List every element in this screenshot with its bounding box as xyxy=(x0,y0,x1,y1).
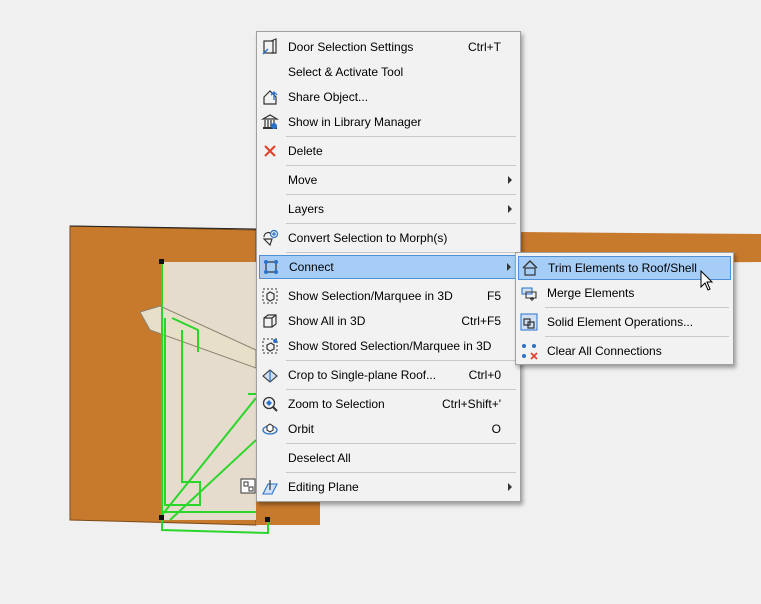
submenu-item-clear-all-connections[interactable]: Clear All Connections xyxy=(518,340,731,362)
menu-separator xyxy=(286,223,516,224)
menu-item-show-stored-selection-3d[interactable]: Show Stored Selection/Marquee in 3D xyxy=(259,335,518,357)
trim-roof-icon xyxy=(521,259,539,277)
menu-separator xyxy=(286,165,516,166)
menu-item-delete[interactable]: Delete xyxy=(259,140,518,162)
orbit-icon xyxy=(261,420,279,438)
menu-item-move[interactable]: Move xyxy=(259,169,518,191)
selection-marker-icon xyxy=(240,478,256,494)
show-all-3d-icon xyxy=(261,312,279,330)
menu-separator xyxy=(286,136,516,137)
menu-separator xyxy=(286,194,516,195)
menu-item-crop-single-plane-roof[interactable]: Crop to Single-plane Roof... Ctrl+0 xyxy=(259,364,518,386)
menu-item-door-selection-settings[interactable]: Door Selection Settings Ctrl+T xyxy=(259,36,518,58)
show-selection-3d-icon xyxy=(261,287,279,305)
submenu-arrow-icon xyxy=(508,176,512,184)
menu-item-convert-to-morph[interactable]: Convert Selection to Morph(s) xyxy=(259,227,518,249)
menu-separator xyxy=(286,252,516,253)
stored-selection-3d-icon xyxy=(261,337,279,355)
menu-separator xyxy=(545,307,729,308)
submenu-item-solid-element-operations[interactable]: Solid Element Operations... xyxy=(518,311,731,333)
submenu-arrow-icon xyxy=(507,263,511,271)
menu-item-share-object[interactable]: Share Object... xyxy=(259,86,518,108)
crop-roof-icon xyxy=(261,366,279,384)
zoom-selection-icon xyxy=(261,395,279,413)
menu-item-editing-plane[interactable]: Editing Plane xyxy=(259,476,518,498)
share-object-icon xyxy=(261,88,279,106)
menu-separator xyxy=(286,360,516,361)
delete-x-icon xyxy=(261,142,279,160)
morph-convert-icon xyxy=(261,229,279,247)
menu-separator xyxy=(545,336,729,337)
submenu-arrow-icon xyxy=(508,483,512,491)
merge-elements-icon xyxy=(520,284,538,302)
solid-operations-icon xyxy=(520,313,538,331)
menu-item-connect[interactable]: Connect xyxy=(259,255,518,279)
menu-item-deselect-all[interactable]: Deselect All xyxy=(259,447,518,469)
library-manager-icon xyxy=(261,113,279,131)
menu-separator xyxy=(286,389,516,390)
menu-item-select-activate-tool[interactable]: Select & Activate Tool xyxy=(259,61,518,83)
editing-plane-icon xyxy=(261,478,279,496)
mouse-pointer-icon xyxy=(700,270,714,291)
submenu-arrow-icon xyxy=(508,205,512,213)
menu-item-show-all-3d[interactable]: Show All in 3D Ctrl+F5 xyxy=(259,310,518,332)
menu-item-show-in-library-manager[interactable]: Show in Library Manager xyxy=(259,111,518,133)
menu-separator xyxy=(286,472,516,473)
menu-item-zoom-to-selection[interactable]: Zoom to Selection Ctrl+Shift+' xyxy=(259,393,518,415)
menu-item-layers[interactable]: Layers xyxy=(259,198,518,220)
door-settings-icon xyxy=(261,38,279,56)
connect-submenu: Trim Elements to Roof/Shell Merge Elemen… xyxy=(515,252,734,365)
connect-icon xyxy=(262,258,280,276)
context-menu: Door Selection Settings Ctrl+T Select & … xyxy=(256,31,521,502)
clear-connections-icon xyxy=(520,342,538,360)
menu-separator xyxy=(286,443,516,444)
menu-item-show-selection-3d[interactable]: Show Selection/Marquee in 3D F5 xyxy=(259,285,518,307)
menu-item-orbit[interactable]: Orbit O xyxy=(259,418,518,440)
